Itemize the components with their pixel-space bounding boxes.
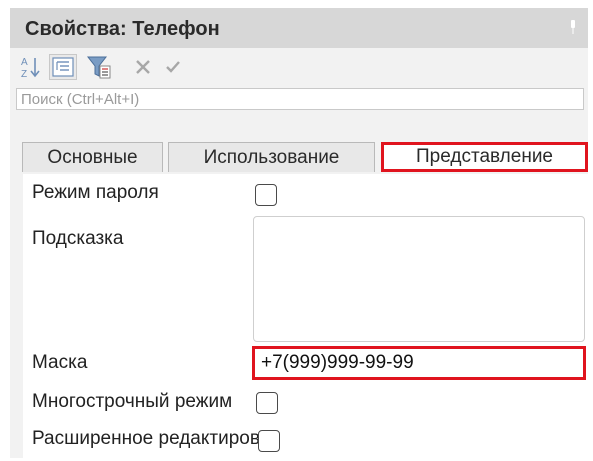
title-bar: Свойства: Телефон [10, 8, 588, 48]
property-list: Режим пароля Подсказка Маска Многострочн… [23, 174, 588, 458]
sort-az-icon[interactable]: A Z [17, 54, 45, 80]
filter-icon[interactable] [85, 54, 113, 80]
tab-bar: Основные Использование Представление [16, 112, 588, 174]
hierarchy-icon[interactable] [49, 54, 77, 80]
hint-label: Подсказка [32, 228, 124, 249]
mask-label: Маска [32, 352, 88, 373]
search-input[interactable] [16, 88, 584, 110]
properties-panel: Свойства: Телефон A Z Поиск (Ctrl+Alt+I)… [10, 8, 588, 458]
close-icon[interactable] [129, 54, 157, 80]
extended-edit-label: Расширенное редактирование [32, 428, 268, 449]
tab-main[interactable]: Основные [22, 142, 163, 172]
toolbar: A Z [10, 48, 588, 86]
extended-edit-checkbox[interactable] [258, 430, 280, 452]
tab-usage[interactable]: Использование [168, 142, 375, 172]
panel-title: Свойства: Телефон [25, 18, 220, 40]
password-mode-checkbox[interactable] [255, 184, 277, 206]
checkmark-icon[interactable] [159, 54, 187, 80]
password-mode-label: Режим пароля [32, 182, 159, 203]
hint-textarea[interactable] [253, 216, 585, 342]
svg-text:Z: Z [21, 69, 27, 79]
tab-view[interactable]: Представление [381, 142, 588, 172]
pin-icon[interactable] [570, 20, 576, 34]
mask-field[interactable] [252, 346, 586, 380]
multiline-checkbox[interactable] [256, 392, 278, 414]
multiline-label: Многострочный режим [32, 391, 233, 412]
svg-text:A: A [21, 57, 28, 68]
